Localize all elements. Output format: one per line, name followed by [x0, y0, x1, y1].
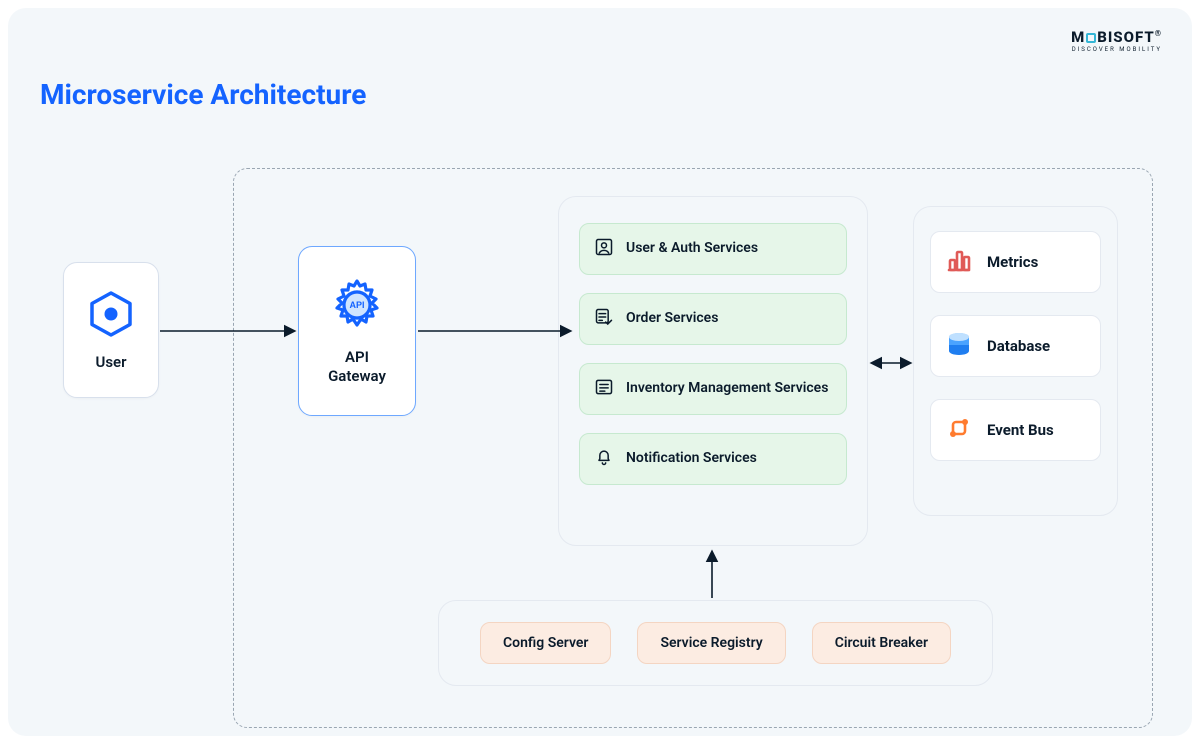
infra-event-bus: Event Bus [930, 399, 1101, 461]
infra-event-bus-label: Event Bus [987, 421, 1054, 439]
notification-bell-icon [594, 447, 614, 471]
service-order-label: Order Services [626, 310, 718, 328]
infra-metrics-label: Metrics [987, 253, 1038, 271]
user-auth-icon [594, 237, 614, 261]
infra-database: Database [930, 315, 1101, 377]
order-icon [594, 307, 614, 331]
service-notification: Notification Services [579, 433, 847, 485]
service-inventory: Inventory Management Services [579, 363, 847, 415]
inventory-icon [594, 377, 614, 401]
user-hex-icon [86, 289, 136, 343]
service-inventory-label: Inventory Management Services [626, 380, 828, 398]
service-order: Order Services [579, 293, 847, 345]
node-api-gateway-label: APIGateway [328, 348, 386, 386]
logo-tagline: DISCOVER MOBILITY [1071, 47, 1162, 53]
support-circuit-breaker: Circuit Breaker [812, 622, 951, 664]
support-panel: Config Server Service Registry Circuit B… [438, 600, 993, 686]
infra-panel: Metrics Database [913, 206, 1118, 516]
service-user-auth-label: User & Auth Services [626, 240, 758, 258]
database-icon [945, 330, 973, 362]
logo-suffix: BISOFT [1097, 28, 1155, 46]
logo-prefix: M [1071, 28, 1085, 46]
metrics-icon [945, 246, 973, 278]
svg-text:API: API [349, 300, 364, 310]
services-panel: User & Auth Services Order Services Inve… [558, 196, 868, 546]
node-user: User [63, 262, 159, 398]
page-title: Microservice Architecture [40, 78, 366, 111]
brand-logo: MBISOFT® DISCOVER MOBILITY [1071, 30, 1162, 53]
event-bus-icon [945, 414, 973, 446]
support-config-server: Config Server [480, 622, 611, 664]
api-gear-icon: API [328, 276, 386, 338]
node-user-label: User [95, 353, 126, 371]
service-user-auth: User & Auth Services [579, 223, 847, 275]
node-api-gateway: API APIGateway [298, 246, 416, 416]
service-notification-label: Notification Services [626, 450, 757, 468]
support-service-registry: Service Registry [637, 622, 785, 664]
diagram-canvas: Microservice Architecture MBISOFT® DISCO… [8, 8, 1192, 736]
infra-database-label: Database [987, 337, 1050, 355]
infra-metrics: Metrics [930, 231, 1101, 293]
